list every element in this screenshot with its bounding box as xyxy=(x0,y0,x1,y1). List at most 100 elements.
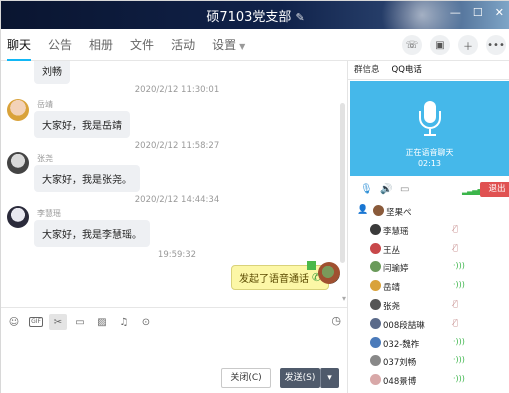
close-button[interactable]: 关闭(C) xyxy=(221,368,271,388)
tab-settings-label: 设置 xyxy=(212,38,237,52)
phone-call-icon[interactable]: ☏ xyxy=(402,35,422,55)
scrollbar-thumb[interactable] xyxy=(340,103,345,263)
speaking-icon: ·))) xyxy=(453,374,465,384)
member-row[interactable]: 张尧 🎙̸ xyxy=(348,297,509,316)
tab-qq-call[interactable]: QQ电话 xyxy=(385,61,428,79)
avatar xyxy=(370,261,381,273)
tab-chat[interactable]: 聊天 xyxy=(7,29,32,61)
chat-messages[interactable]: 刘畅 2020/2/12 11:30:01 岳靖 大家好，我是岳靖 2020/2… xyxy=(1,61,347,307)
voice-status: 正在语音聊天 xyxy=(405,148,454,157)
tab-group-info[interactable]: 群信息 xyxy=(348,61,386,79)
tab-settings[interactable]: 设置 ▼ xyxy=(212,29,245,61)
bell-icon[interactable]: ♫ xyxy=(115,314,133,330)
image-icon[interactable]: ▨ xyxy=(93,314,111,330)
close-icon[interactable]: ✕ xyxy=(495,6,504,19)
message-timestamp: 19:59:32 xyxy=(157,250,197,260)
pencil-icon[interactable]: ✎ xyxy=(295,11,304,24)
member-name: 李慧瑶 xyxy=(383,226,409,237)
scroll-down-icon[interactable]: ▾ xyxy=(342,294,346,303)
mic-toggle-icon[interactable]: 🎙 xyxy=(360,184,373,195)
message-bubble: 大家好，我是张尧。 xyxy=(34,165,140,192)
avatar xyxy=(370,336,381,348)
member-name: 王丛 xyxy=(383,245,401,256)
voice-controls: 🎙 🔊 ▭ ▂▃▄▅▆ 退出 xyxy=(354,182,509,198)
sender-name: 岳靖 xyxy=(37,100,53,109)
window-controls: — ☐ ✕ xyxy=(450,6,504,19)
member-row[interactable]: 008段喆琳 🎙̸ xyxy=(348,316,509,335)
member-row[interactable]: 032-魏祚 ·))) xyxy=(348,335,509,354)
send-options-button[interactable]: ▾ xyxy=(320,368,339,388)
member-name: 张尧 xyxy=(383,301,401,312)
tab-activity[interactable]: 活动 xyxy=(171,29,195,61)
muted-mic-icon: 🎙̸ xyxy=(453,317,458,327)
member-name: 岳靖 xyxy=(383,283,401,294)
avatar xyxy=(370,298,381,310)
member-name: 048景博 xyxy=(383,377,417,388)
member-row[interactable]: 👤 坚果ぺ xyxy=(348,203,509,222)
maximize-icon[interactable]: ☐ xyxy=(473,6,483,19)
avatar xyxy=(370,280,381,292)
avatar xyxy=(370,355,381,367)
voice-timer: 02:13 xyxy=(417,159,442,168)
history-clock-icon[interactable]: ◷ xyxy=(331,314,341,327)
avatar[interactable] xyxy=(7,152,29,174)
avatar[interactable] xyxy=(7,206,29,228)
voice-call-text: 发起了语音通话 xyxy=(239,274,309,285)
right-panel: 群信息 QQ电话 正在语音聊天 02:13 🎙 🔊 ▭ ▂▃▄▅▆ 退出 👤 坚… xyxy=(347,61,509,393)
message-bubble: 大家好，我是李慧瑶。 xyxy=(34,220,150,247)
sender-name: 李慧瑶 xyxy=(37,209,61,218)
member-name: 037刘畅 xyxy=(383,358,417,369)
share-screen-icon[interactable]: ＋ xyxy=(458,35,478,55)
tab-bar: 聊天 公告 相册 文件 活动 设置 ▼ ☏ ▣ ＋ ••• xyxy=(1,29,509,61)
tab-files[interactable]: 文件 xyxy=(130,29,154,61)
avatar xyxy=(370,223,381,235)
member-row[interactable]: 048景博 ·))) xyxy=(348,372,509,391)
more-options-icon[interactable]: ⊙ xyxy=(137,314,155,330)
member-row[interactable]: 李慧瑶 🎙̸ xyxy=(348,222,509,241)
right-tabs: 群信息 QQ电话 xyxy=(348,61,509,80)
minimize-icon[interactable]: — xyxy=(450,6,461,19)
gif-icon[interactable]: GIF xyxy=(27,314,45,330)
chat-scrollbar[interactable]: ▾ xyxy=(340,63,346,303)
more-icon[interactable]: ••• xyxy=(486,35,506,55)
avatar xyxy=(370,317,381,329)
emoji-icon[interactable]: ☺ xyxy=(5,314,23,330)
video-call-icon[interactable]: ▣ xyxy=(430,35,450,55)
speaking-icon: ·))) xyxy=(453,261,465,271)
window-title: 硕7103党支部 ✎ xyxy=(1,6,509,25)
folder-icon[interactable]: ▭ xyxy=(71,314,89,330)
member-row[interactable]: 闫瑜婷 ·))) xyxy=(348,259,509,278)
speaking-icon: ·))) xyxy=(453,336,465,346)
my-avatar[interactable] xyxy=(318,262,340,284)
host-icon: 👤 xyxy=(357,205,369,215)
title-bar: 硕7103党支部 ✎ — ☐ ✕ xyxy=(1,1,509,29)
avatar xyxy=(370,242,381,254)
message-timestamp: 2020/2/12 11:58:27 xyxy=(134,141,220,151)
call-member-list: 👤 坚果ぺ 李慧瑶 🎙̸ 王丛 🎙̸ 闫瑜婷 ·))) 岳靖 ·))) 张尧 🎙… xyxy=(348,203,509,391)
send-button[interactable]: 发送(S) xyxy=(280,368,320,388)
message-input-area[interactable]: ☺ GIF ✂ ▭ ▨ ♫ ⊙ ◷ 关闭(C) 发送(S) ▾ xyxy=(1,307,347,393)
member-row[interactable]: 037刘畅 ·))) xyxy=(348,353,509,372)
member-name: 闫瑜婷 xyxy=(383,264,409,275)
member-name: 坚果ぺ xyxy=(386,208,412,218)
camera-icon[interactable]: ▭ xyxy=(400,184,409,195)
speaking-icon: ·))) xyxy=(453,355,465,365)
toolbar-actions: ☏ ▣ ＋ ••• xyxy=(402,35,506,55)
member-row[interactable]: 岳靖 ·))) xyxy=(348,278,509,297)
member-row[interactable]: 王丛 🎙̸ xyxy=(348,241,509,260)
microphone-icon xyxy=(419,101,441,137)
avatar[interactable] xyxy=(7,99,29,121)
group-name: 硕7103党支部 xyxy=(206,10,292,25)
chevron-down-icon: ▼ xyxy=(239,42,246,51)
speaker-icon[interactable]: 🔊 xyxy=(380,184,392,195)
avatar xyxy=(370,374,381,386)
scissors-icon[interactable]: ✂ xyxy=(49,314,67,330)
speaking-icon: ·))) xyxy=(453,280,465,290)
exit-call-button[interactable]: 退出 xyxy=(480,182,509,197)
muted-mic-icon: 🎙̸ xyxy=(453,223,458,233)
muted-mic-icon: 🎙̸ xyxy=(453,298,458,308)
member-name: 008段喆琳 xyxy=(383,320,425,331)
tab-album[interactable]: 相册 xyxy=(89,29,113,61)
tab-announcement[interactable]: 公告 xyxy=(48,29,72,61)
sender-name: 张尧 xyxy=(37,154,53,163)
